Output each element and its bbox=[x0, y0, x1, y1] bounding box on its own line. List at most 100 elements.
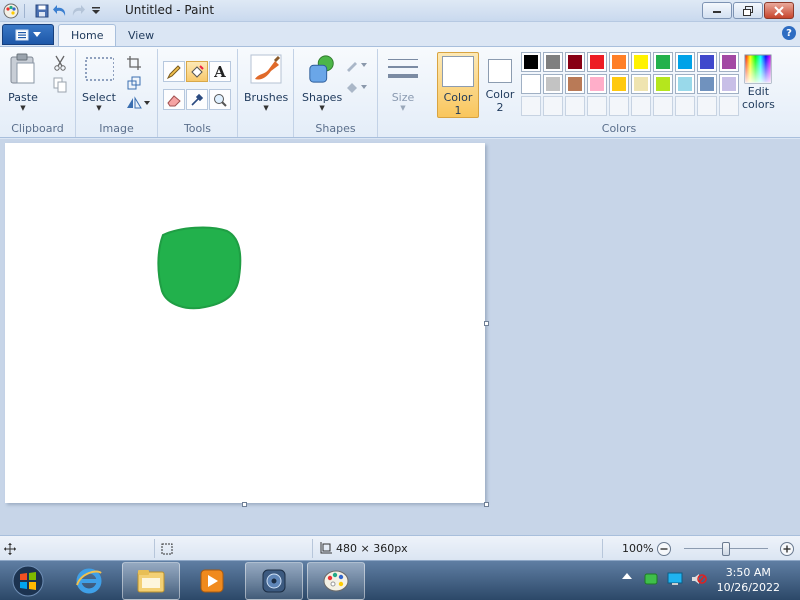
eraser-icon[interactable] bbox=[163, 89, 185, 110]
palette-swatch[interactable] bbox=[565, 52, 585, 72]
palette-swatch[interactable] bbox=[521, 52, 541, 72]
paste-button[interactable]: Paste ▼ bbox=[8, 53, 38, 112]
maximize-button[interactable] bbox=[733, 2, 763, 19]
fill-bucket-icon[interactable] bbox=[186, 61, 208, 82]
palette-swatch[interactable] bbox=[675, 74, 695, 94]
palette-swatch[interactable] bbox=[543, 74, 563, 94]
zoom-in-button[interactable] bbox=[779, 540, 795, 557]
palette-swatch[interactable] bbox=[653, 52, 673, 72]
paint-taskbar[interactable] bbox=[307, 562, 365, 600]
palette-swatch-color bbox=[568, 55, 582, 69]
help-icon[interactable]: ? bbox=[782, 26, 796, 40]
start-button[interactable] bbox=[2, 562, 54, 600]
chevron-down-icon: ▼ bbox=[263, 104, 269, 112]
zoom-out-button[interactable] bbox=[656, 540, 672, 557]
resize-icon[interactable] bbox=[124, 73, 144, 93]
palette-empty-slot[interactable] bbox=[587, 96, 607, 116]
size-button[interactable]: Size ▼ bbox=[388, 53, 418, 112]
text-tool-icon[interactable]: A bbox=[209, 61, 231, 82]
palette-swatch-color bbox=[722, 77, 736, 91]
clock[interactable]: 3:50 AM 10/26/2022 bbox=[717, 565, 780, 595]
palette-swatch[interactable] bbox=[521, 74, 541, 94]
save-icon[interactable] bbox=[33, 2, 51, 20]
palette-empty-slot[interactable] bbox=[543, 96, 563, 116]
palette-swatch[interactable] bbox=[565, 74, 585, 94]
tab-home[interactable]: Home bbox=[58, 24, 117, 46]
paint-app-icon[interactable] bbox=[2, 2, 20, 20]
shapes-button[interactable]: Shapes ▼ bbox=[302, 53, 342, 112]
palette-empty-slot[interactable] bbox=[653, 96, 673, 116]
paint-menu-button[interactable] bbox=[2, 24, 54, 45]
colors-group-label: Colors bbox=[601, 122, 637, 135]
palette-swatch[interactable] bbox=[587, 74, 607, 94]
palette-swatch[interactable] bbox=[719, 74, 739, 94]
color-picker-icon[interactable] bbox=[186, 89, 208, 110]
internet-explorer-taskbar[interactable] bbox=[60, 562, 118, 600]
magnifier-icon[interactable] bbox=[209, 89, 231, 110]
select-button[interactable]: Select ▼ bbox=[82, 53, 116, 112]
palette-swatch[interactable] bbox=[587, 52, 607, 72]
ribbon-tab-row: Home View ? bbox=[0, 22, 800, 46]
palette-swatch-color bbox=[590, 77, 604, 91]
customize-toolbar-icon[interactable] bbox=[87, 2, 105, 20]
minimize-button[interactable] bbox=[702, 2, 732, 19]
outline-icon[interactable] bbox=[344, 55, 370, 75]
palette-empty-slot[interactable] bbox=[697, 96, 717, 116]
palette-empty-slot[interactable] bbox=[631, 96, 651, 116]
ribbon: Paste ▼ Clipboard Select ▼ Image A Tools… bbox=[0, 46, 800, 138]
cut-icon[interactable] bbox=[50, 53, 70, 73]
resize-handle-right[interactable] bbox=[484, 321, 489, 326]
zoom-slider-thumb[interactable] bbox=[722, 542, 730, 556]
tray-app-icon[interactable] bbox=[643, 572, 659, 586]
color-2-swatch bbox=[488, 59, 512, 83]
explorer-taskbar[interactable] bbox=[122, 562, 180, 600]
fill-icon[interactable] bbox=[344, 77, 370, 97]
clock-time: 3:50 AM bbox=[725, 566, 771, 579]
copy-icon[interactable] bbox=[50, 75, 70, 95]
windows-logo-icon bbox=[12, 565, 44, 597]
palette-swatch[interactable] bbox=[675, 52, 695, 72]
show-hidden-icons[interactable] bbox=[620, 572, 634, 580]
close-button[interactable] bbox=[764, 2, 794, 19]
media-player-taskbar[interactable] bbox=[183, 562, 241, 600]
edit-colors-button[interactable]: Edit colors bbox=[742, 53, 775, 111]
palette-swatch-color bbox=[678, 77, 692, 91]
network-icon[interactable] bbox=[667, 572, 683, 586]
palette-swatch[interactable] bbox=[609, 74, 629, 94]
palette-empty-slot[interactable] bbox=[719, 96, 739, 116]
palette-swatch[interactable] bbox=[653, 74, 673, 94]
volume-icon[interactable] bbox=[691, 572, 707, 586]
palette-swatch[interactable] bbox=[543, 52, 563, 72]
taskbar: 3:50 AM 10/26/2022 bbox=[0, 560, 800, 600]
app-taskbar-2[interactable] bbox=[245, 562, 303, 600]
palette-swatch[interactable] bbox=[631, 74, 651, 94]
palette-swatch[interactable] bbox=[719, 52, 739, 72]
palette-empty-slot[interactable] bbox=[675, 96, 695, 116]
zoom-slider[interactable] bbox=[684, 540, 768, 557]
tab-view[interactable]: View bbox=[116, 24, 166, 46]
brushes-button[interactable]: Brushes ▼ bbox=[244, 53, 288, 112]
palette-empty-slot[interactable] bbox=[521, 96, 541, 116]
color-2-number: 2 bbox=[496, 101, 504, 114]
drawing-canvas[interactable] bbox=[5, 143, 485, 503]
resize-handle-bottom[interactable] bbox=[242, 502, 247, 507]
palette-swatch[interactable] bbox=[631, 52, 651, 72]
palette-empty-slot[interactable] bbox=[565, 96, 585, 116]
undo-icon[interactable] bbox=[51, 2, 69, 20]
rotate-icon[interactable] bbox=[124, 93, 152, 113]
redo-icon[interactable] bbox=[69, 2, 87, 20]
line-size-icon bbox=[388, 53, 418, 85]
palette-swatch-color bbox=[546, 77, 560, 91]
color-2-button[interactable]: Color 2 bbox=[482, 59, 518, 114]
select-label: Select bbox=[82, 91, 116, 104]
canvas-size: 480 × 360px bbox=[318, 540, 408, 557]
resize-handle-corner[interactable] bbox=[484, 502, 489, 507]
color-1-button[interactable]: Color 1 bbox=[437, 52, 479, 118]
palette-swatch[interactable] bbox=[697, 52, 717, 72]
pencil-icon[interactable] bbox=[163, 61, 185, 82]
palette-swatch[interactable] bbox=[697, 74, 717, 94]
palette-empty-slot[interactable] bbox=[609, 96, 629, 116]
color-1-number: 1 bbox=[454, 104, 462, 117]
crop-icon[interactable] bbox=[124, 53, 144, 73]
palette-swatch[interactable] bbox=[609, 52, 629, 72]
